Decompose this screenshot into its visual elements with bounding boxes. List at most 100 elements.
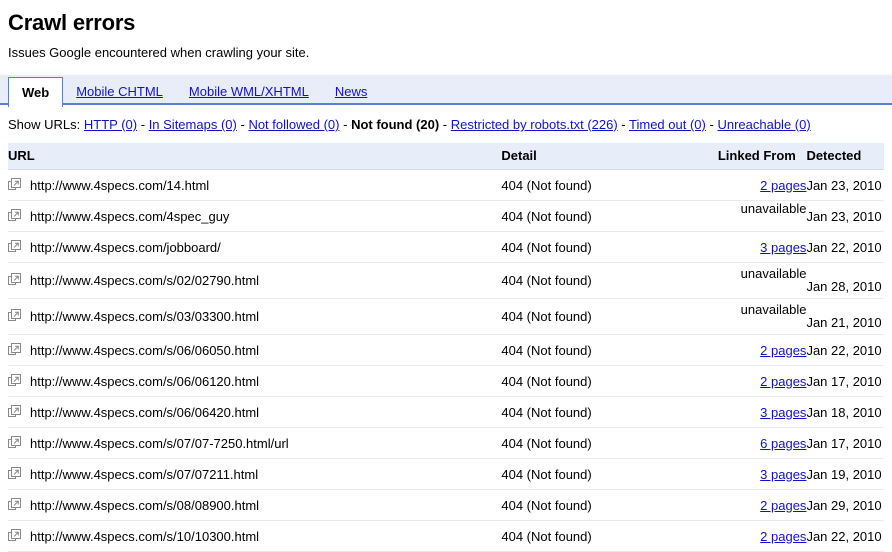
linked-from-unavailable: unavailable	[740, 201, 807, 216]
cell-url: http://www.4specs.com/s/03/03300.html	[8, 298, 502, 335]
linked-from-unavailable: unavailable	[740, 265, 807, 281]
cell-url: http://www.4specs.com/s/10/10300.html	[8, 520, 502, 552]
filter-separator: -	[343, 117, 348, 132]
cell-detected: Jan 29, 2010	[806, 489, 884, 521]
cell-detail: 404 (Not found)	[501, 169, 718, 201]
url-text[interactable]: http://www.4specs.com/s/07/07-7250.html/…	[30, 436, 289, 451]
external-link-icon	[8, 177, 21, 190]
url-wrapper: http://www.4specs.com/s/06/06050.html	[8, 342, 501, 358]
table-row: http://www.4specs.com/s/08/08900.html 404…	[8, 489, 884, 521]
detected-date: Jan 17, 2010	[806, 373, 882, 389]
url-wrapper: http://www.4specs.com/14.html	[8, 177, 501, 193]
url-text[interactable]: http://www.4specs.com/s/06/06120.html	[30, 374, 259, 389]
cell-detected: Jan 17, 2010	[806, 365, 884, 397]
cell-detected: Jan 23, 2010	[806, 200, 884, 232]
linked-from-unavailable: unavailable	[740, 301, 807, 317]
linked-from-link[interactable]: 3 pages	[760, 467, 806, 482]
external-link-icon	[8, 239, 21, 252]
column-header-detail[interactable]: Detail	[501, 143, 718, 170]
url-text[interactable]: http://www.4specs.com/s/03/03300.html	[30, 309, 259, 324]
cell-detected: Jan 17, 2010	[806, 427, 884, 459]
filter-link-timed-out-0[interactable]: Timed out (0)	[629, 117, 706, 132]
detected-date: Jan 18, 2010	[806, 404, 882, 420]
external-link-icon	[8, 528, 21, 541]
column-header-url[interactable]: URL	[8, 143, 502, 170]
detected-date: Jan 21, 2010	[806, 315, 882, 330]
cell-linked-from: 2 pages	[717, 169, 807, 201]
cell-linked-from: 3 pages	[717, 231, 807, 263]
url-text[interactable]: http://www.4specs.com/s/06/06050.html	[30, 343, 259, 358]
filter-separator: -	[140, 117, 146, 132]
table-row: http://www.4specs.com/4spec_guy 404 (Not …	[8, 200, 884, 232]
linked-from-link[interactable]: 2 pages	[760, 343, 806, 358]
linked-from-link[interactable]: 2 pages	[760, 498, 806, 513]
table-row: http://www.4specs.com/s/10/10300.html 404…	[8, 520, 884, 552]
external-link-icon	[8, 404, 21, 417]
tab-mobile-chtml[interactable]: Mobile CHTML	[63, 77, 176, 105]
linked-from-link[interactable]: 3 pages	[760, 240, 806, 255]
cell-detected: Jan 22, 2010	[806, 231, 884, 263]
crawl-errors-page: Crawl errors Issues Google encountered w…	[0, 10, 892, 552]
url-wrapper: http://www.4specs.com/s/03/03300.html	[8, 309, 501, 324]
filter-link-unreachable-0[interactable]: Unreachable (0)	[717, 117, 810, 132]
cell-linked-from: 2 pages	[717, 520, 807, 552]
cell-linked-from: 3 pages	[717, 458, 807, 490]
linked-from-link[interactable]: 6 pages	[760, 436, 806, 451]
detected-date: Jan 28, 2010	[806, 279, 882, 294]
detected-date: Jan 22, 2010	[806, 342, 882, 358]
cell-detected: Jan 28, 2010	[806, 262, 884, 299]
cell-detail: 404 (Not found)	[501, 200, 718, 232]
url-text[interactable]: http://www.4specs.com/s/08/08900.html	[30, 498, 259, 513]
url-text[interactable]: http://www.4specs.com/4spec_guy	[30, 209, 229, 224]
cell-url: http://www.4specs.com/s/02/02790.html	[8, 262, 502, 299]
cell-url: http://www.4specs.com/s/08/08900.html	[8, 489, 502, 521]
table-row: http://www.4specs.com/s/07/07211.html 404…	[8, 458, 884, 490]
table-row: http://www.4specs.com/s/06/06120.html 404…	[8, 365, 884, 397]
column-header-detected[interactable]: Detected	[806, 143, 884, 170]
cell-detected: Jan 22, 2010	[806, 520, 884, 552]
cell-url: http://www.4specs.com/s/07/07-7250.html/…	[8, 427, 502, 459]
filter-link-http-0[interactable]: HTTP (0)	[84, 117, 137, 132]
crawl-errors-table: URL Detail Linked From Detected http://w…	[8, 143, 884, 552]
tab-mobile-wml-xhtml[interactable]: Mobile WML/XHTML	[176, 77, 322, 105]
page-title: Crawl errors	[8, 10, 136, 35]
tab-label: Web	[22, 85, 50, 100]
column-header-linked-from[interactable]: Linked From	[717, 143, 807, 170]
url-text[interactable]: http://www.4specs.com/jobboard/	[30, 240, 221, 255]
table-row: http://www.4specs.com/jobboard/404 (Not …	[8, 231, 884, 263]
tab-label: Mobile CHTML	[76, 83, 163, 99]
cell-detail: 404 (Not found)	[501, 520, 718, 552]
table-header-row: URL Detail Linked From Detected	[8, 143, 884, 170]
linked-from-link[interactable]: 2 pages	[760, 529, 806, 544]
tab-web[interactable]: Web	[8, 77, 64, 107]
tab-label: Mobile WML/XHTML	[188, 83, 309, 99]
url-text[interactable]: http://www.4specs.com/14.html	[30, 178, 209, 193]
linked-from-link[interactable]: 2 pages	[760, 178, 806, 193]
cell-url: http://www.4specs.com/4spec_guy	[8, 200, 502, 232]
page-subtitle: Issues Google encountered when crawling …	[8, 45, 310, 60]
url-text[interactable]: http://www.4specs.com/s/10/10300.html	[30, 529, 259, 544]
tab-label: News	[334, 83, 368, 99]
url-wrapper: http://www.4specs.com/s/10/10300.html	[8, 528, 501, 544]
url-text[interactable]: http://www.4specs.com/s/02/02790.html	[30, 273, 259, 288]
linked-from-link[interactable]: 2 pages	[760, 374, 806, 389]
tab-news[interactable]: News	[322, 77, 381, 105]
filter-bar-label: Show URLs:	[8, 117, 81, 132]
url-wrapper: http://www.4specs.com/jobboard/	[8, 239, 501, 255]
url-text[interactable]: http://www.4specs.com/s/07/07211.html	[30, 467, 258, 482]
url-wrapper: http://www.4specs.com/s/06/06120.html	[8, 373, 501, 389]
cell-detail: 404 (Not found)	[501, 365, 718, 397]
url-text[interactable]: http://www.4specs.com/s/06/06420.html	[30, 405, 259, 420]
filter-link-restricted-by-robots-txt-226[interactable]: Restricted by robots.txt (226)	[451, 117, 618, 132]
table-row: http://www.4specs.com/s/03/03300.html 404…	[8, 298, 884, 335]
filter-separator: -	[240, 117, 245, 132]
filter-separator: -	[709, 117, 714, 132]
cell-url: http://www.4specs.com/s/07/07211.html	[8, 458, 502, 490]
linked-from-link[interactable]: 3 pages	[760, 405, 806, 420]
cell-linked-from: 2 pages	[717, 489, 807, 521]
url-wrapper: http://www.4specs.com/s/07/07-7250.html/…	[8, 435, 501, 451]
cell-url: http://www.4specs.com/s/06/06050.html	[8, 334, 502, 366]
filter-link-not-followed-0[interactable]: Not followed (0)	[248, 117, 339, 132]
filter-link-in-sitemaps-0[interactable]: In Sitemaps (0)	[149, 117, 237, 132]
table-body: http://www.4specs.com/14.html 404 (Not fo…	[8, 169, 884, 552]
